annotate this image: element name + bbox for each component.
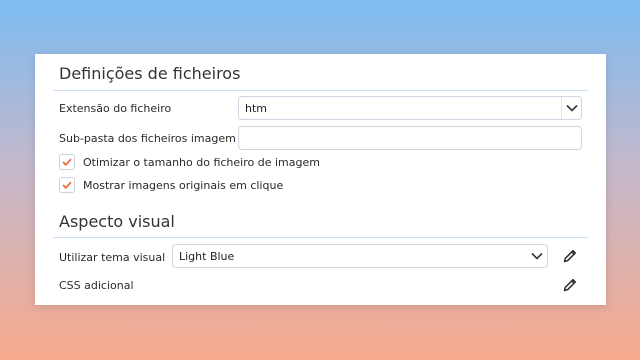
edit-css-button[interactable] [561,276,579,294]
optimize-label: Otimizar o tamanho do ficheiro de imagem [83,155,320,169]
extension-label: Extensão do ficheiro [59,102,172,115]
chevron-down-icon [561,97,581,119]
edit-theme-button[interactable] [561,247,579,265]
visual-section-title: Aspecto visual [59,212,175,231]
extension-value: htm [245,102,267,115]
theme-label: Utilizar tema visual [59,251,166,264]
show-originals-option[interactable]: Mostrar imagens originais em clique [59,177,283,193]
pencil-icon [563,278,577,292]
files-section-title: Definições de ficheiros [59,64,241,83]
extension-select[interactable]: htm [238,96,582,120]
optimize-checkbox[interactable] [59,154,75,170]
theme-select[interactable]: Light Blue [172,244,548,268]
settings-panel: Definições de ficheiros Extensão do fich… [35,54,606,305]
visual-section-divider [53,237,588,238]
subfolder-input[interactable] [238,126,582,150]
subfolder-label: Sub-pasta dos ficheiros imagem [59,132,236,145]
optimize-option[interactable]: Otimizar o tamanho do ficheiro de imagem [59,154,320,170]
files-section-divider [53,90,588,91]
show-originals-checkbox[interactable] [59,177,75,193]
chevron-down-icon [527,245,547,267]
css-label: CSS adicional [59,279,134,292]
show-originals-label: Mostrar imagens originais em clique [83,178,284,192]
theme-value: Light Blue [179,250,235,263]
pencil-icon [563,249,577,263]
checkmark-icon [62,158,72,166]
checkmark-icon [62,181,72,189]
